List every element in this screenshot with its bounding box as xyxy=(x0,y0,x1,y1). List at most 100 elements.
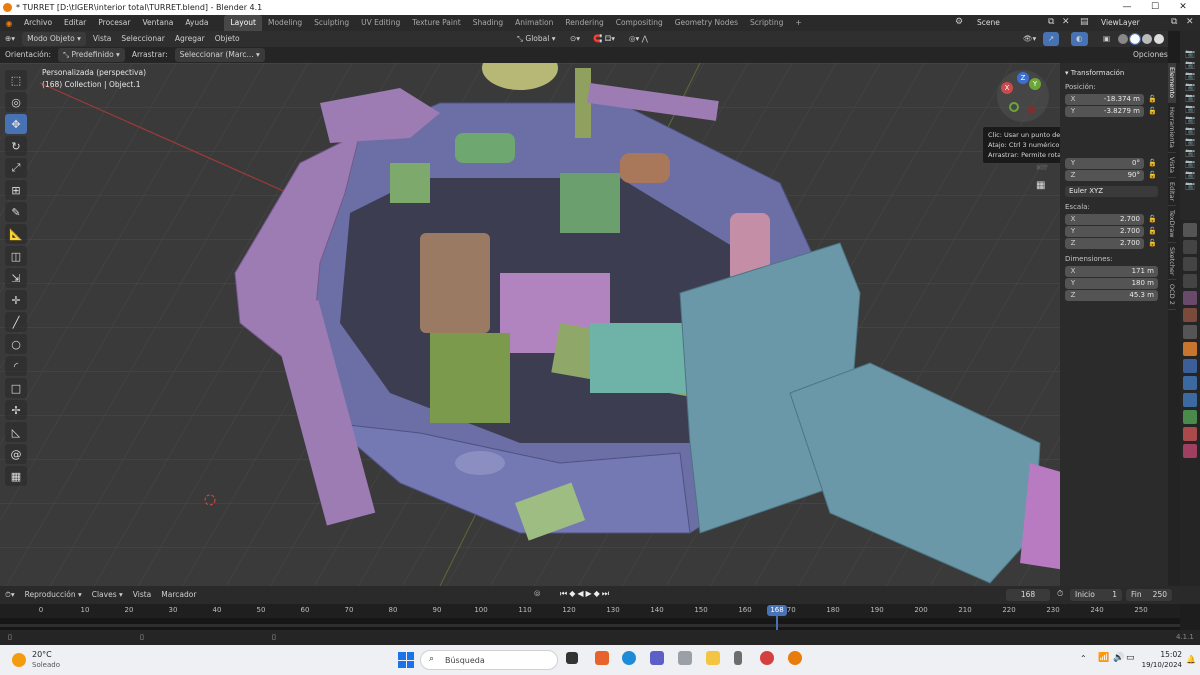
add-circle-tool[interactable]: ○ xyxy=(5,334,27,354)
dimensions-z-field[interactable]: Z 45.3 m xyxy=(1065,289,1158,301)
lock-icon[interactable]: 🔓 xyxy=(1148,95,1158,103)
rotation-y-field[interactable]: Y 0° 🔓 xyxy=(1065,157,1158,169)
spiral-tool[interactable]: @ xyxy=(5,444,27,464)
particles-properties-icon[interactable] xyxy=(1183,376,1197,390)
menu-procesar[interactable]: Procesar xyxy=(92,15,136,31)
lock-icon[interactable]: 🔓 xyxy=(1148,171,1158,179)
delete-scene-icon[interactable]: ✕ xyxy=(1062,17,1070,27)
add-point-tool[interactable]: ✛ xyxy=(5,290,27,310)
collection-properties-icon[interactable] xyxy=(1183,325,1197,339)
tab-texture-paint[interactable]: Texture Paint xyxy=(406,15,466,31)
current-frame-field[interactable]: 168 xyxy=(1006,589,1050,601)
close-button[interactable]: ✕ xyxy=(1168,0,1198,15)
delete-viewlayer-icon[interactable]: ✕ xyxy=(1186,17,1194,27)
modifier-properties-icon[interactable] xyxy=(1183,359,1197,373)
preview-range-icon[interactable]: ⏱ xyxy=(1057,589,1063,599)
battery-icon[interactable]: ▭ xyxy=(1126,653,1135,663)
lock-icon[interactable]: 🔓 xyxy=(1148,227,1158,235)
view-layer-icon[interactable] xyxy=(1183,274,1197,288)
jump-start-icon[interactable]: ⏮ xyxy=(560,589,569,598)
camera-visibility-icon[interactable]: 📷 xyxy=(1185,104,1195,113)
add-line-tool[interactable]: ╱ xyxy=(5,312,27,332)
timeline-editor-icon[interactable]: ⏱▾ xyxy=(0,588,20,602)
maximize-button[interactable]: ☐ xyxy=(1140,0,1170,15)
menu-agregar[interactable]: Agregar xyxy=(170,32,210,46)
taskbar-search-box[interactable]: ⌕ Búsqueda xyxy=(420,650,558,670)
rotation-z-value[interactable]: 90° xyxy=(1081,169,1144,181)
scale-x-field[interactable]: X 2.700 🔓 xyxy=(1065,213,1158,225)
dimensions-y-value[interactable]: 180 m xyxy=(1081,277,1158,289)
lock-icon[interactable]: 🔓 xyxy=(1148,159,1158,167)
calculator-icon[interactable] xyxy=(678,651,692,665)
weather-sun-icon[interactable] xyxy=(12,653,26,667)
start-frame-field[interactable]: Inicio 1 xyxy=(1070,589,1122,601)
play-icon[interactable]: ▶ xyxy=(586,589,594,598)
wireframe-shading-icon[interactable] xyxy=(1118,34,1128,44)
notification-bell-icon[interactable]: 🔔 xyxy=(1186,655,1196,664)
camera-visibility-icon[interactable]: 📷 xyxy=(1185,137,1195,146)
lock-icon[interactable]: 🔓 xyxy=(1148,107,1158,115)
transform-orientation-dropdown[interactable]: ⤡ Global ▾ xyxy=(512,32,560,46)
visibility-icon[interactable]: 👁▾ xyxy=(1018,32,1041,46)
tab-sculpting[interactable]: Sculpting xyxy=(308,15,355,31)
lock-icon[interactable]: 🔓 xyxy=(1148,215,1158,223)
world-properties-icon[interactable] xyxy=(1183,308,1197,322)
scene-properties-icon[interactable] xyxy=(1183,291,1197,305)
blender-taskbar-icon[interactable] xyxy=(788,651,802,665)
timeline-ruler[interactable]: 0 10 20 30 40 50 60 70 80 90 100 110 120 130 140 150 160… xyxy=(0,604,1180,618)
dimensions-x-value[interactable]: 171 m xyxy=(1081,265,1158,277)
camera-visibility-icon[interactable]: 📷 xyxy=(1185,126,1195,135)
overlay-toggle-icon[interactable]: ◐ xyxy=(1071,32,1088,46)
camera-visibility-icon[interactable]: 📷 xyxy=(1185,71,1195,80)
gizmo-toggle-icon[interactable]: ↗ xyxy=(1043,32,1060,46)
move-snap-tool[interactable]: ⇲ xyxy=(5,268,27,288)
tab-sketcher[interactable]: Sketcher xyxy=(1168,243,1176,281)
position-y-field[interactable]: Y -3.8279 m 🔓 xyxy=(1065,105,1158,117)
tab-scripting[interactable]: Scripting xyxy=(744,15,789,31)
tab-elemento[interactable]: Elemento xyxy=(1168,63,1176,103)
auto-keying-icon[interactable]: ⦾ xyxy=(534,589,540,599)
add-workspace-button[interactable]: + xyxy=(789,15,807,31)
position-x-field[interactable]: X -18.374 m 🔓 xyxy=(1065,93,1158,105)
tab-ocd2[interactable]: OCD 2 xyxy=(1168,280,1176,311)
keys-menu[interactable]: Claves ▾ xyxy=(87,588,128,602)
dimensions-x-field[interactable]: X 171 m xyxy=(1065,265,1158,277)
task-view-icon[interactable] xyxy=(566,652,578,664)
next-keyframe-icon[interactable]: ◆ xyxy=(594,589,602,598)
menu-objeto[interactable]: Objeto xyxy=(210,32,245,46)
usb-tool-icon[interactable] xyxy=(734,651,742,665)
gizmo-z-icon[interactable]: Z xyxy=(1017,72,1029,84)
navigation-gizmo[interactable]: X Z Y xyxy=(997,70,1049,122)
playhead-badge[interactable]: 168 xyxy=(767,605,787,616)
mode-selector[interactable]: Modo Objeto ▾ xyxy=(22,32,86,46)
app-icon-pen[interactable] xyxy=(760,651,774,665)
output-properties-icon[interactable] xyxy=(1183,257,1197,271)
new-viewlayer-icon[interactable]: ⧉ xyxy=(1171,17,1177,27)
gizmo-neg-x-icon[interactable] xyxy=(1027,106,1035,114)
lock-icon[interactable]: 🔓 xyxy=(1148,239,1158,247)
windows-start-icon[interactable] xyxy=(398,652,414,668)
wifi-icon[interactable]: 📶 xyxy=(1098,653,1109,663)
camera-visibility-icon[interactable]: 📷 xyxy=(1185,159,1195,168)
add-dimension-tool[interactable]: ✢ xyxy=(5,400,27,420)
add-face-tool[interactable]: ◺ xyxy=(5,422,27,442)
add-rectangle-tool[interactable]: □ xyxy=(5,378,27,398)
scale-z-field[interactable]: Z 2.700 🔓 xyxy=(1065,237,1158,249)
transform-tool[interactable]: ⊞ xyxy=(5,180,27,200)
camera-visibility-icon[interactable]: 📷 xyxy=(1185,148,1195,157)
object-properties-icon[interactable] xyxy=(1183,342,1197,356)
gizmo-x-icon[interactable]: X xyxy=(1001,82,1013,94)
tab-uv-editing[interactable]: UV Editing xyxy=(355,15,406,31)
jump-end-icon[interactable]: ⏭ xyxy=(602,589,611,598)
position-y-value[interactable]: -3.8279 m xyxy=(1081,105,1144,117)
rendered-shading-icon[interactable] xyxy=(1154,34,1164,44)
menu-archivo[interactable]: Archivo xyxy=(18,15,58,31)
position-x-value[interactable]: -18.374 m xyxy=(1081,93,1144,105)
gizmo-y-icon[interactable]: Y xyxy=(1029,78,1041,90)
editor-type-icon[interactable]: ⊕▾ xyxy=(0,32,20,46)
volume-icon[interactable]: 🔊 xyxy=(1113,653,1124,663)
texture-properties-icon[interactable] xyxy=(1183,444,1197,458)
edge-browser-icon[interactable] xyxy=(622,651,636,665)
tab-layout[interactable]: Layout xyxy=(224,15,262,31)
scene-icon[interactable]: ⚙ xyxy=(955,17,963,27)
